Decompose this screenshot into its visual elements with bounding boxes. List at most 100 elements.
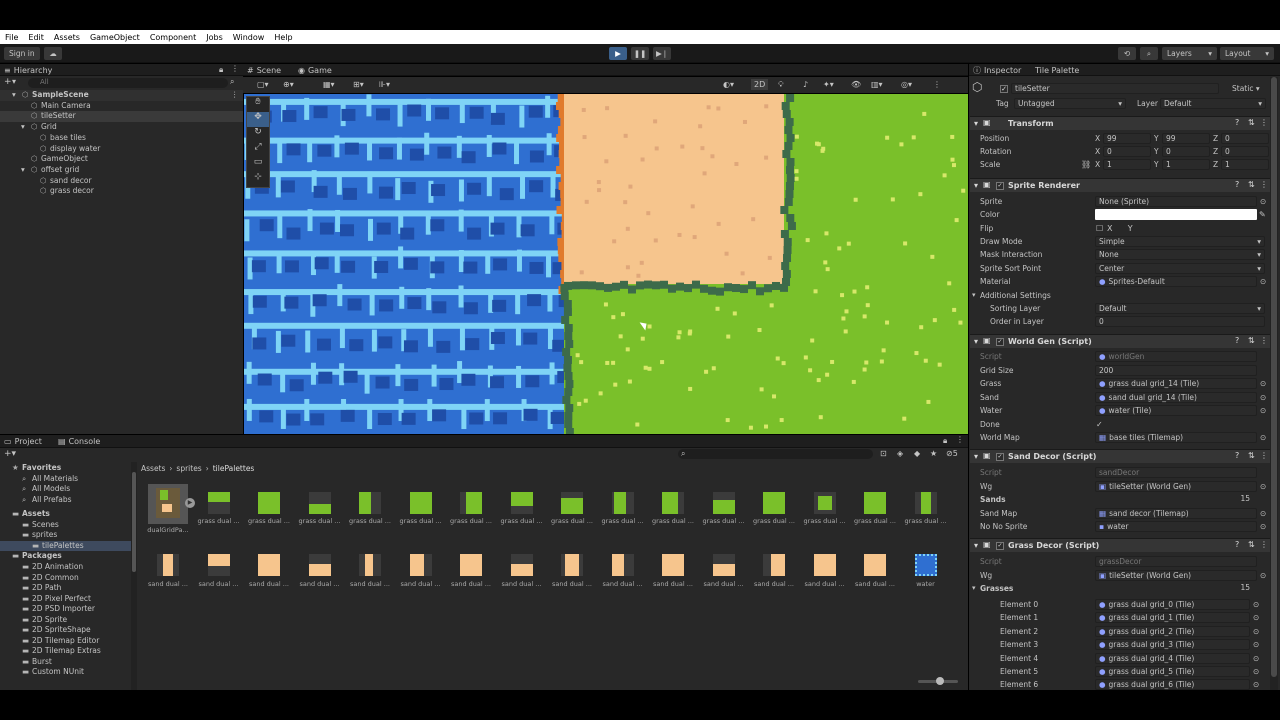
visibility-icon[interactable]: 👁︎ [851, 80, 861, 89]
help-icon[interactable]: ? [1235, 540, 1239, 549]
pause-button[interactable]: ❚❚ [631, 47, 649, 60]
project-tree-item[interactable]: ▬ 2D Pixel Perfect [0, 594, 131, 605]
tab-scene[interactable]: # Scene [247, 64, 281, 77]
hierarchy-item[interactable]: ⬡ GameObject [0, 154, 243, 165]
done-checkbox[interactable]: ✓ [1096, 420, 1103, 429]
project-tree-item[interactable]: ▬ 2D Tilemap Editor [0, 636, 131, 647]
field-value[interactable]: Simple ▾ [1095, 235, 1265, 247]
field-value[interactable]: Center ▾ [1095, 262, 1265, 274]
grid-icon[interactable]: ▦▾ [323, 80, 335, 89]
expand-arrow-icon[interactable]: ▶ [185, 498, 195, 508]
object-name-input[interactable]: tileSetter [1011, 83, 1219, 94]
asset-sand-tile[interactable]: sand dual ... [701, 550, 747, 608]
preset-icon[interactable]: ⇅ [1248, 336, 1255, 345]
component-header[interactable]: ▾ ▣ ✓ World Gen (Script)? ⇅ ⋮ [970, 334, 1270, 348]
object-picker-icon[interactable]: ⊙ [1253, 627, 1259, 636]
component-enabled-checkbox[interactable]: ✓ [996, 182, 1004, 190]
static-toggle[interactable]: Static ▾ [1232, 84, 1260, 93]
object-picker-icon[interactable]: ⊙ [1260, 482, 1266, 491]
object-picker-icon[interactable]: ⊙ [1253, 654, 1259, 663]
scale-tool-icon[interactable]: ⤢ [247, 142, 269, 157]
preset-icon[interactable]: ⇅ [1248, 118, 1255, 127]
foldout-icon[interactable]: ▾ [972, 291, 976, 299]
project-tree-item[interactable]: ▬ tilePalettes [0, 540, 131, 552]
component-enabled-checkbox[interactable]: ✓ [996, 453, 1004, 461]
asset-grass-tile[interactable]: grass dual ... [347, 484, 393, 542]
layout-dropdown[interactable]: Layout ▾ [1220, 47, 1274, 60]
component-header[interactable]: ▾ ▣ ✓ Sand Decor (Script)? ⇅ ⋮ [970, 449, 1270, 463]
thumbnail-size-slider[interactable] [918, 677, 958, 685]
tab-game[interactable]: ◉ Game [298, 64, 332, 77]
more-icon[interactable]: ⋮ [1260, 118, 1268, 127]
asset-sand-tile[interactable]: sand dual ... [802, 550, 848, 608]
color-swatch[interactable] [1095, 209, 1257, 221]
field-value[interactable]: ● grass dual grid_4 (Tile) ⊙ [1095, 652, 1259, 664]
field-value[interactable]: ● Sprites-Default ⊙ [1095, 275, 1266, 287]
field-value[interactable]: ● water (Tile) ⊙ [1095, 405, 1266, 416]
hand-tool-icon[interactable]: ✋︎ [247, 97, 269, 112]
link-icon[interactable]: ⛓ [1081, 160, 1091, 169]
object-picker-icon[interactable]: ⊙ [1260, 406, 1266, 415]
mode-2d-toggle[interactable]: 2D [751, 79, 769, 90]
play-button[interactable]: ▶ [609, 47, 627, 60]
asset-grass-tile[interactable]: grass dual ... [499, 484, 545, 542]
asset-grass-tile[interactable]: grass dual ... [903, 484, 949, 542]
asset-grass-tile[interactable]: grass dual ... [448, 484, 494, 542]
asset-sand-tile[interactable]: sand dual ... [751, 550, 797, 608]
asset-water-tile[interactable]: water [903, 550, 949, 608]
asset-grass-tile[interactable]: grass dual ... [751, 484, 797, 542]
audio-icon[interactable]: ♪ [803, 80, 808, 89]
preset-icon[interactable]: ⇅ [1248, 540, 1255, 549]
asset-sand-tile[interactable]: sand dual ... [196, 550, 242, 608]
transform-y-input[interactable]: 99 [1162, 133, 1210, 144]
asset-sand-tile[interactable]: sand dual ... [499, 550, 545, 608]
field-value[interactable]: ● sand dual grid_14 (Tile) ⊙ [1095, 391, 1266, 403]
array-size-field[interactable]: 15 [1095, 494, 1250, 505]
asset-sand-tile[interactable]: sand dual ... [398, 550, 444, 608]
foldout-icon[interactable]: ▾ [21, 165, 25, 174]
field-value[interactable]: ● worldGen [1095, 351, 1257, 362]
preset-icon[interactable]: ⇅ [1248, 451, 1255, 460]
menu-item-jobs[interactable]: Jobs [201, 33, 228, 42]
inspector-scrollbar[interactable] [1270, 77, 1278, 690]
foldout-icon[interactable]: ▾ [974, 541, 978, 550]
more-icon[interactable]: ⋮ [956, 435, 964, 444]
step-button[interactable]: ▶❘ [653, 47, 671, 60]
move-tool-icon[interactable]: ✥ [247, 112, 269, 127]
help-icon[interactable]: ? [1235, 451, 1239, 460]
field-value[interactable]: ▪ water ⊙ [1095, 521, 1266, 532]
light-icon[interactable]: 💡︎ [778, 80, 784, 90]
asset-sand-tile[interactable]: sand dual ... [549, 550, 595, 608]
asset-sand-tile[interactable]: sand dual ... [246, 550, 292, 608]
effects-icon[interactable]: ✦▾ [823, 80, 834, 89]
more-icon[interactable]: ⋮ [231, 90, 239, 99]
object-picker-icon[interactable]: ⊙ [1260, 571, 1266, 580]
asset-grass-tile[interactable]: grass dual ... [802, 484, 848, 542]
more-icon[interactable]: ⋮ [1260, 540, 1268, 549]
add-icon[interactable]: + [4, 77, 12, 87]
project-tree-scrollbar[interactable] [131, 462, 137, 690]
transform-x-input[interactable]: 99 [1103, 133, 1151, 144]
project-search-input[interactable]: ⌕ [678, 449, 873, 459]
project-tree-item[interactable]: ▬ Custom NUnit [0, 667, 131, 678]
field-value[interactable]: ▦ base tiles (Tilemap) ⊙ [1095, 432, 1266, 443]
hierarchy-item[interactable]: ⬡ Main Camera [0, 101, 243, 112]
lock-icon[interactable]: 🔒︎ [943, 436, 947, 446]
breadcrumb-item[interactable]: tilePalettes [213, 464, 255, 473]
more-icon[interactable]: ⋮ [1260, 336, 1268, 345]
asset-grass-tile[interactable]: grass dual ... [701, 484, 747, 542]
project-tree-item[interactable]: ▬ 2D PSD Importer [0, 604, 131, 615]
scene-viewport[interactable]: ✋︎ ✥ ↻ ⤢ ▭ ⊹ [244, 94, 968, 434]
asset-grass-tile[interactable]: grass dual ... [398, 484, 444, 542]
project-tree-item[interactable]: ▬ Scenes [0, 520, 131, 531]
field-value[interactable]: None (Sprite) ⊙ [1095, 196, 1266, 207]
gizmos-icon[interactable]: ◎▾ [901, 80, 912, 89]
object-picker-icon[interactable]: ⊙ [1260, 197, 1266, 206]
more-icon[interactable]: ⋮ [1260, 451, 1268, 460]
object-picker-icon[interactable]: ⊙ [1260, 277, 1266, 286]
more-icon[interactable]: ⋮ [1260, 180, 1268, 189]
field-value[interactable]: 0 [1095, 316, 1265, 328]
transform-z-input[interactable]: 0 [1221, 133, 1269, 144]
lock-icon[interactable]: 🔒︎ [219, 65, 223, 75]
breadcrumb-item[interactable]: Assets [141, 464, 165, 473]
